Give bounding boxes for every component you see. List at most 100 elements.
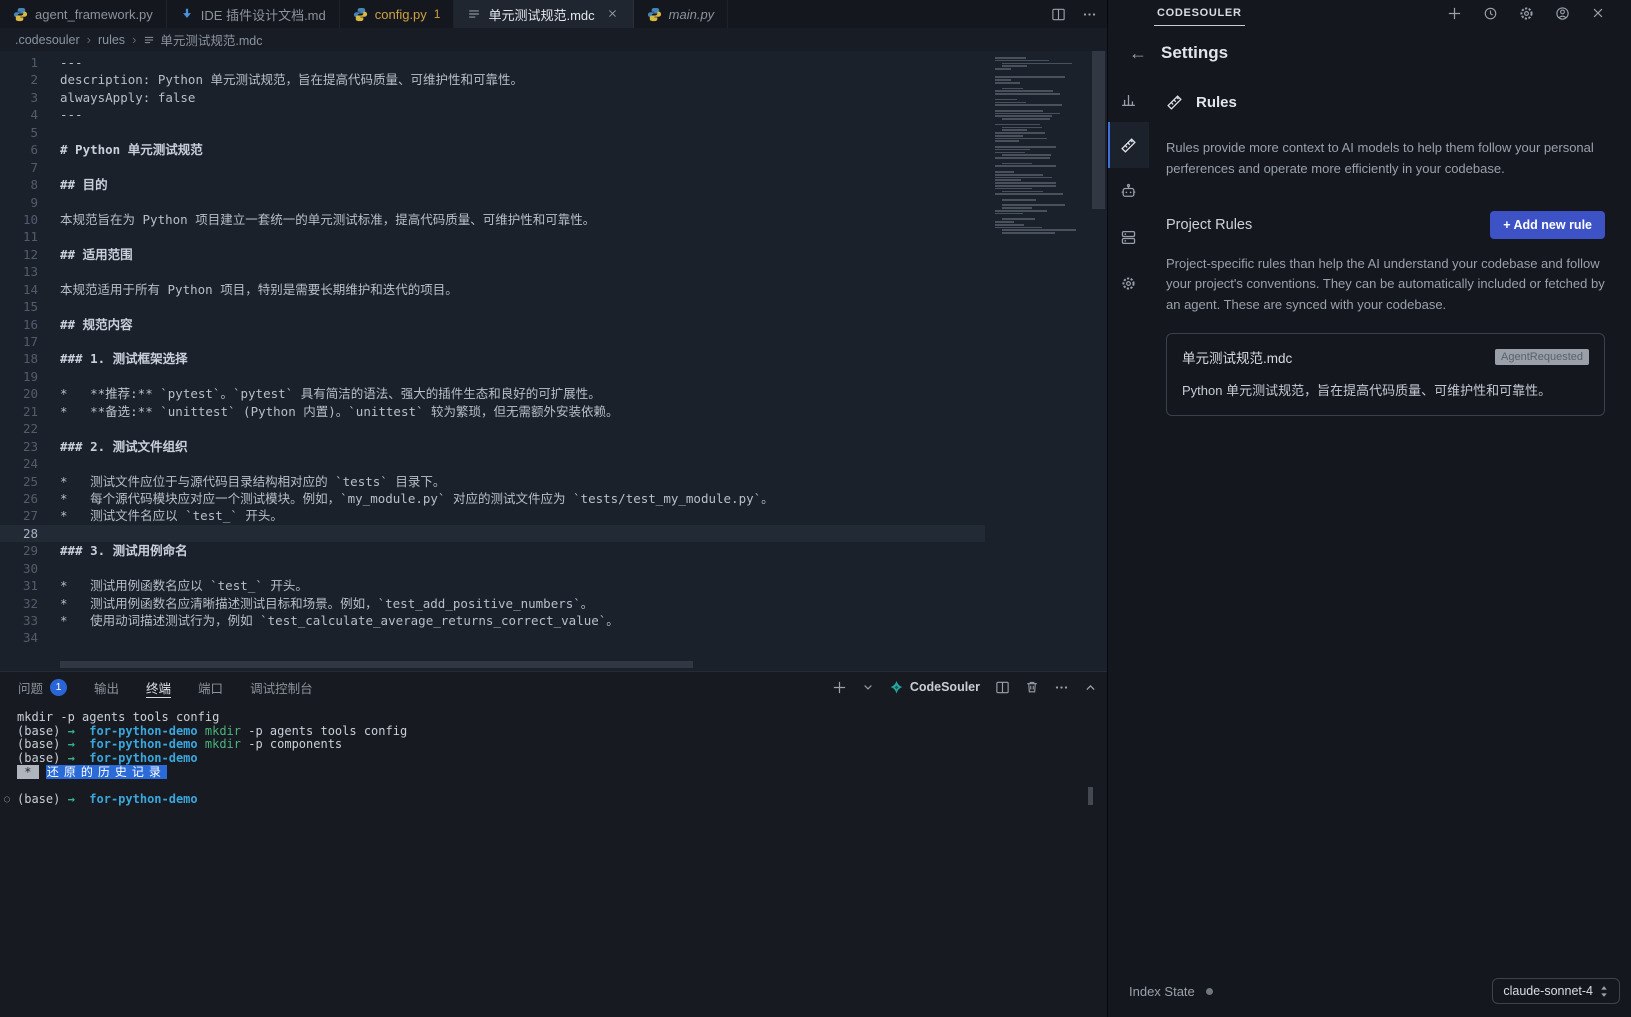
code-line[interactable]: 5: [0, 124, 1107, 141]
terminal-output[interactable]: mkdir -p agents tools config(base) → for…: [0, 702, 1107, 1017]
code-line[interactable]: 16## 规范内容: [0, 316, 1107, 333]
code-line[interactable]: 31* 测试用例函数名应以 `test_` 开头。: [0, 577, 1107, 594]
code-line[interactable]: 25 * 测试文件应位于与源代码目录结构相对应的 `tests` 目录下。: [0, 473, 1107, 490]
panel-tabs: 问题1 输出终端端口 调试控制台: [18, 672, 340, 702]
minimap[interactable]: [985, 51, 1090, 671]
robot-icon: [1120, 183, 1137, 200]
history-icon[interactable]: [1483, 6, 1498, 21]
terminal-dropdown-icon[interactable]: [862, 681, 874, 693]
code-line[interactable]: 3alwaysApply: false: [0, 89, 1107, 106]
editor-tab[interactable]: IDE 插件设计文档.md: [167, 0, 340, 28]
code-line[interactable]: 30: [0, 560, 1107, 577]
line-number: 27: [0, 507, 38, 524]
sidebar-footer: Index State claude-sonnet-4: [1108, 978, 1631, 1017]
line-number: 9: [0, 194, 38, 211]
code-line[interactable]: 14本规范适用于所有 Python 项目，特别是需要长期维护和迭代的项目。: [0, 281, 1107, 298]
code-line[interactable]: 9: [0, 194, 1107, 211]
editor-tab-label: config.py: [375, 7, 427, 22]
code-editor[interactable]: 1---2description: Python 单元测试规范，旨在提高代码质量…: [0, 51, 1107, 671]
terminal-line: [17, 779, 1107, 793]
new-chat-icon[interactable]: [1447, 6, 1462, 21]
editor-tab[interactable]: config.py1: [340, 0, 455, 28]
code-text: ## 适用范围: [60, 246, 133, 263]
add-new-rule-button[interactable]: + Add new rule: [1490, 211, 1605, 239]
code-line[interactable]: 32* 测试用例函数名应清晰描述测试目标和场景。例如，`test_add_pos…: [0, 595, 1107, 612]
breadcrumb-item[interactable]: rules: [98, 33, 125, 47]
code-line[interactable]: 1---: [0, 54, 1107, 71]
breadcrumb-item[interactable]: 单元测试规范.mdc: [143, 30, 262, 49]
code-line[interactable]: 8## 目的: [0, 176, 1107, 193]
code-line[interactable]: 10本规范旨在为 Python 项目建立一套统一的单元测试标准，提高代码质量、可…: [0, 211, 1107, 228]
bottom-panel: 问题1输出终端端口调试控制台 CodeSouler mkdir -p agent: [0, 671, 1107, 1017]
rules-description: Rules provide more context to AI models …: [1166, 138, 1605, 180]
code-line[interactable]: 11: [0, 228, 1107, 245]
settings-nav-gear[interactable]: [1108, 260, 1149, 306]
kill-terminal-icon[interactable]: [1025, 680, 1039, 694]
code-text: 本规范旨在为 Python 项目建立一套统一的单元测试标准，提高代码质量、可维护…: [60, 211, 595, 228]
code-line[interactable]: 20* **推荐:** `pytest`。`pytest` 具有简洁的语法、强大…: [0, 385, 1107, 402]
code-line[interactable]: 22: [0, 420, 1107, 437]
line-number: 20: [0, 385, 38, 402]
code-line[interactable]: 7: [0, 159, 1107, 176]
panel-tab[interactable]: 端口: [198, 672, 223, 702]
more-actions-icon[interactable]: [1082, 7, 1097, 22]
split-editor-icon[interactable]: [1051, 7, 1066, 22]
panel-tab[interactable]: 输出: [94, 672, 119, 702]
panel-tab[interactable]: 调试控制台: [250, 672, 313, 702]
model-selector[interactable]: claude-sonnet-4: [1492, 978, 1620, 1004]
code-text: ### 2. 测试文件组织: [60, 438, 188, 455]
model-selector-value: claude-sonnet-4: [1503, 984, 1593, 998]
settings-nav-server[interactable]: [1108, 214, 1149, 260]
code-line[interactable]: 15: [0, 298, 1107, 315]
code-text: * 测试文件应位于与源代码目录结构相对应的 `tests` 目录下。: [60, 473, 445, 490]
settings-gear-icon[interactable]: [1519, 6, 1534, 21]
code-line[interactable]: 12## 适用范围: [0, 246, 1107, 263]
code-line[interactable]: 6# Python 单元测试规范: [0, 141, 1107, 158]
settings-nav-robot[interactable]: [1108, 168, 1149, 214]
rule-card[interactable]: 单元测试规范.mdc AgentRequested Python 单元测试规范，…: [1166, 333, 1605, 416]
code-line[interactable]: 4---: [0, 106, 1107, 123]
close-tab-icon[interactable]: [605, 6, 620, 22]
editor-tab-label: 单元测试规范.mdc: [488, 5, 594, 24]
line-number: 25: [0, 473, 38, 490]
panel-tab[interactable]: 终端: [146, 672, 171, 702]
new-terminal-icon[interactable]: [832, 680, 847, 695]
code-line[interactable]: 26* 每个源代码模块应对应一个测试模块。例如，`my_module.py` 对…: [0, 490, 1107, 507]
editor-vertical-scrollbar[interactable]: [1090, 51, 1107, 671]
settings-nav-ruler[interactable]: [1108, 122, 1149, 168]
code-line[interactable]: 29### 3. 测试用例命名: [0, 542, 1107, 559]
editor-tab[interactable]: agent_framework.py: [0, 0, 167, 28]
editor-horizontal-scrollbar-thumb[interactable]: [60, 661, 693, 668]
panel-tab-label: 调试控制台: [250, 678, 313, 697]
code-line[interactable]: 28: [0, 525, 1107, 542]
settings-nav-bar-chart[interactable]: [1108, 76, 1149, 122]
code-line[interactable]: 13: [0, 263, 1107, 280]
index-state-label: Index State: [1129, 984, 1195, 999]
terminal-prompt-marker-icon: ○: [4, 793, 10, 807]
code-line[interactable]: 2description: Python 单元测试规范，旨在提高代码质量、可维护…: [0, 71, 1107, 88]
code-line[interactable]: 33* 使用动词描述测试行为，例如 `test_calculate_averag…: [0, 612, 1107, 629]
code-line[interactable]: 23### 2. 测试文件组织: [0, 438, 1107, 455]
code-line[interactable]: 27* 测试文件名应以 `test_` 开头。: [0, 507, 1107, 524]
terminal-session[interactable]: CodeSouler: [889, 680, 980, 695]
code-line[interactable]: 18### 1. 测试框架选择: [0, 350, 1107, 367]
code-line[interactable]: 17: [0, 333, 1107, 350]
close-sidebar-icon[interactable]: [1591, 6, 1605, 20]
split-terminal-icon[interactable]: [995, 680, 1010, 695]
code-line[interactable]: 34: [0, 629, 1107, 646]
editor-tab[interactable]: 单元测试规范.mdc: [454, 0, 633, 28]
code-line[interactable]: 21* **备选:** `unittest` (Python 内置)。`unit…: [0, 403, 1107, 420]
account-icon[interactable]: [1555, 6, 1570, 21]
breadcrumb-item[interactable]: .codesouler: [15, 33, 80, 47]
code-line[interactable]: 24: [0, 455, 1107, 472]
maximize-panel-icon[interactable]: [1084, 681, 1097, 694]
panel-tab[interactable]: 问题1: [18, 672, 67, 702]
panel-more-icon[interactable]: [1054, 680, 1069, 695]
code-text: description: Python 单元测试规范，旨在提高代码质量、可维护性…: [60, 71, 523, 88]
code-line[interactable]: 19: [0, 368, 1107, 385]
editor-tab[interactable]: main.py: [634, 0, 729, 28]
editor-vertical-scrollbar-thumb[interactable]: [1092, 51, 1105, 209]
sidebar-title-tab[interactable]: CODESOULER: [1154, 0, 1245, 26]
editor-tabs: agent_framework.pyIDE 插件设计文档.mdconfig.py…: [0, 0, 728, 28]
back-arrow-icon[interactable]: ←: [1129, 44, 1147, 62]
